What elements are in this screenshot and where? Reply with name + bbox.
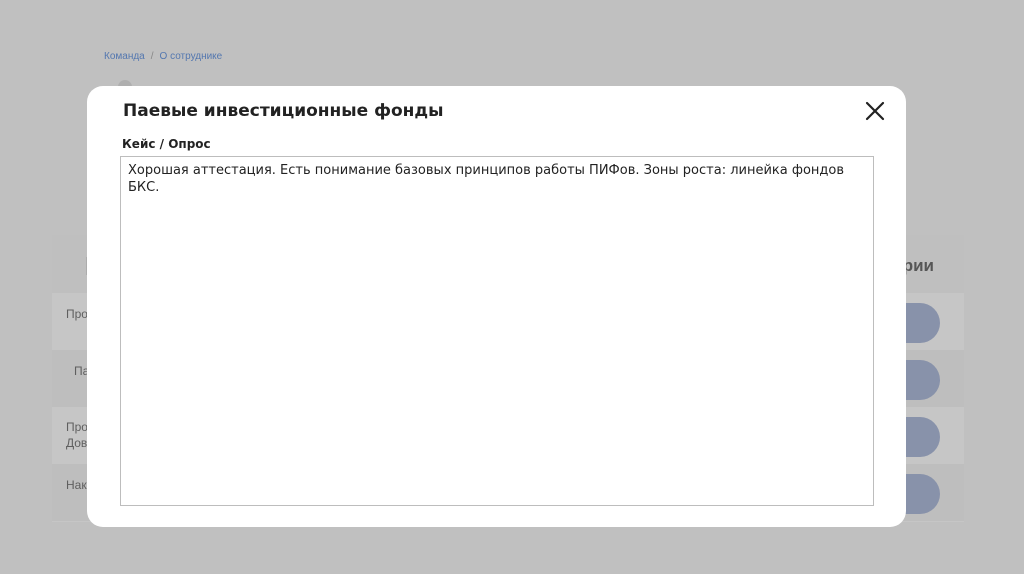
comment-dialog: Паевые инвестиционные фонды Кейс / Опрос… — [87, 86, 906, 527]
close-button[interactable] — [864, 100, 886, 122]
section-label: Кейс / Опрос — [122, 137, 211, 151]
dialog-title: Паевые инвестиционные фонды — [123, 101, 444, 121]
comment-textarea[interactable]: Хорошая аттестация. Есть понимание базов… — [120, 156, 874, 506]
close-icon — [865, 101, 885, 121]
